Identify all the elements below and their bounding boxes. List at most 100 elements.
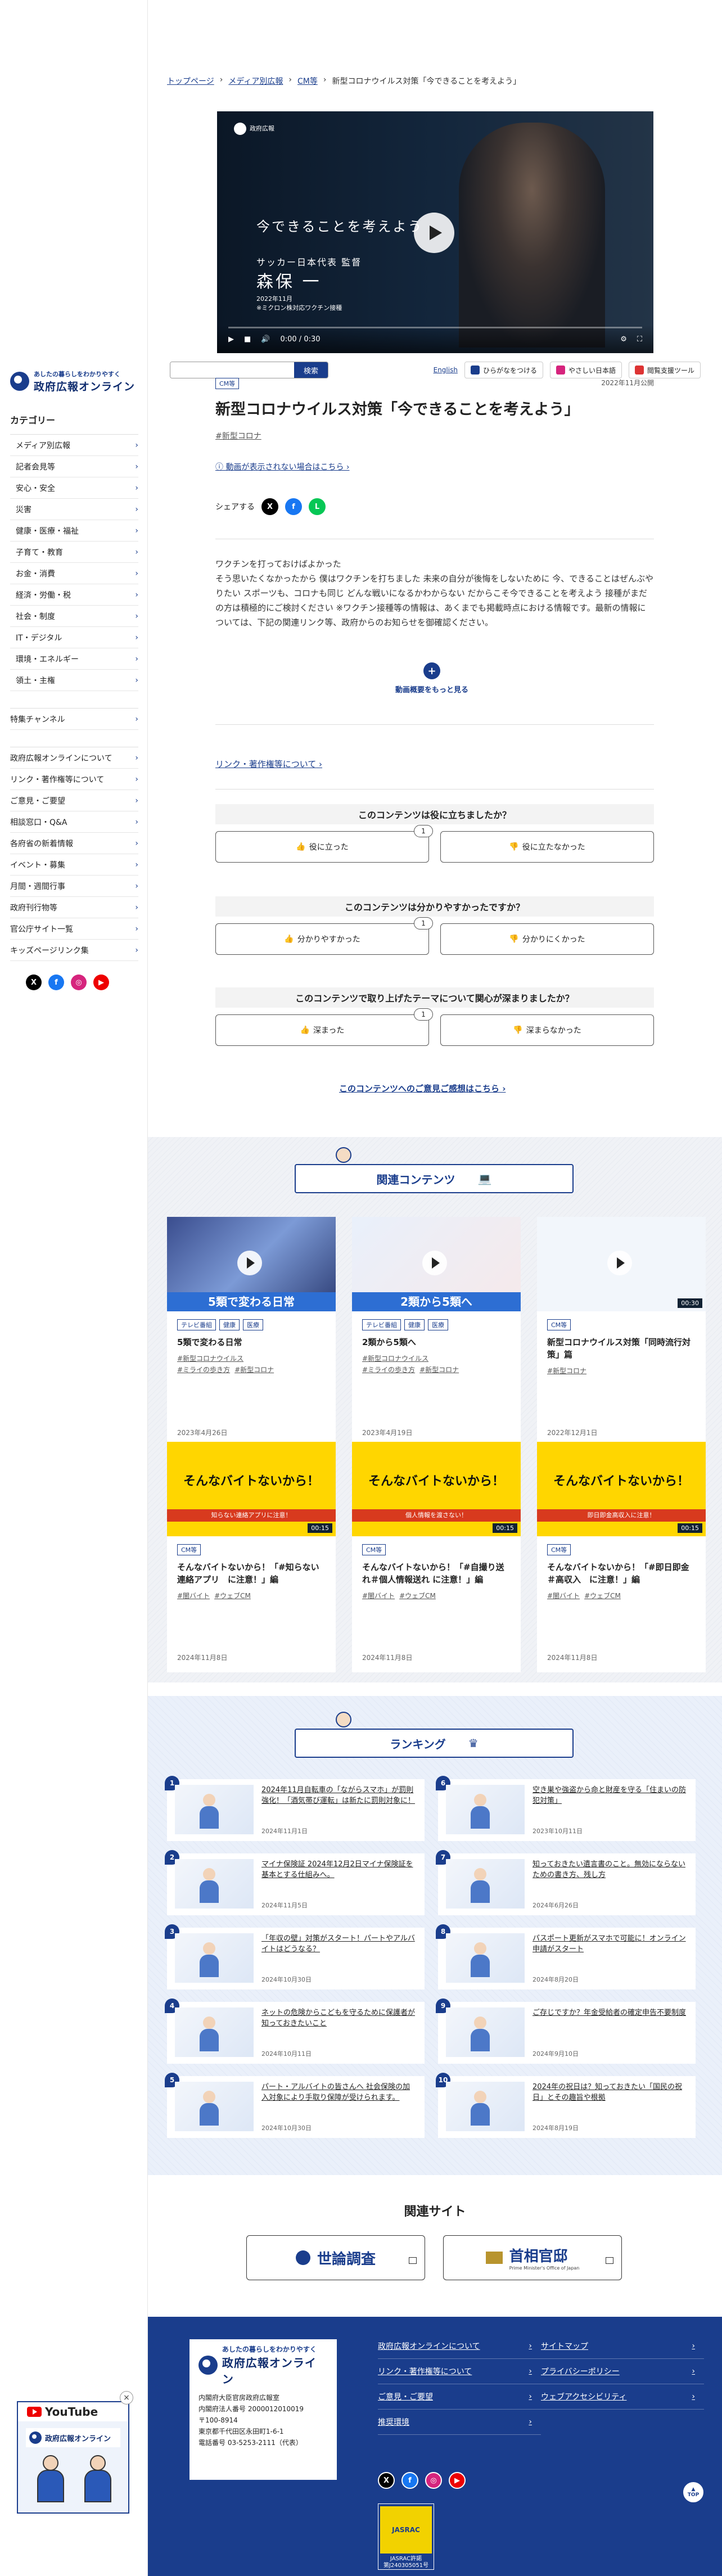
stop-icon[interactable]: ■ — [244, 335, 251, 344]
content-card[interactable]: そんなバイトないから！ 個人情報を渡さない！ 00:15 CM等 そんなバイトないか… — [352, 1442, 521, 1672]
survey-yes-button[interactable]: 👍 深まった 1 — [215, 1008, 433, 1046]
sidebar-item-special-channel[interactable]: 特集チャンネル › — [10, 709, 138, 730]
kantei-link[interactable]: 首相官邸 Prime Minister's Office of Japan — [443, 2235, 622, 2280]
play-icon[interactable]: ▶ — [228, 335, 234, 344]
furigana-button[interactable]: ひらがなをつける — [464, 362, 543, 378]
content-card[interactable]: そんなバイトないから！ 知らない連絡アプリに注意！ 00:15 CM等 そんなバイト… — [167, 1442, 336, 1672]
card-thumbnail: そんなバイトないから！ 知らない連絡アプリに注意！ 00:15 — [167, 1442, 336, 1536]
breadcrumb-cm[interactable]: CM等 — [297, 75, 318, 87]
share-line-icon[interactable]: L — [309, 498, 326, 515]
facebook-icon[interactable]: f — [401, 2472, 418, 2489]
card-title: 新型コロナウイルス対策「同時流行対策」篇 — [547, 1337, 691, 1360]
english-link[interactable]: English — [434, 366, 458, 374]
footer-logo[interactable]: あしたの暮らしをわかりやすく 政府広報オンライン — [198, 2345, 328, 2386]
survey-no-button[interactable]: 👎 深まらなかった — [440, 1014, 654, 1046]
ranking-item[interactable]: 3 「年収の壁」対策がスタート！パートやアルバイトはどうなる？ 2024年10月30… — [165, 1924, 425, 1989]
footer-link-accessibility[interactable]: ウェブアクセシビリティ › — [541, 2384, 704, 2410]
content-card[interactable]: 2類から5類へ テレビ番組 健康 医療 2類から5類へ #新型コロナウイルス #ミライ… — [352, 1217, 521, 1447]
footer-link-feedback[interactable]: ご意見・ご要望 › — [378, 2384, 541, 2410]
sidebar-item-territory[interactable]: 領土・主権 › — [10, 670, 138, 691]
survey-no-button[interactable]: 👎 分かりにくかった — [440, 923, 654, 955]
sidebar-item-economy[interactable]: 経済・労働・税 › — [10, 584, 138, 606]
youtube-icon[interactable]: ▶ — [449, 2472, 466, 2489]
facebook-icon[interactable]: f — [48, 975, 64, 990]
survey-no-button[interactable]: 👎 役に立たなかった — [440, 831, 654, 863]
survey-yes-button[interactable]: 👍 分かりやすかった 1 — [215, 917, 433, 955]
duration-badge: 00:30 — [678, 1298, 702, 1308]
breadcrumb-top[interactable]: トップページ — [167, 75, 214, 87]
youtube-icon[interactable]: ▶ — [93, 975, 109, 990]
sidebar-item-health[interactable]: 健康・医療・福祉 › — [10, 520, 138, 542]
close-icon[interactable]: × — [120, 2391, 133, 2404]
accessibility-tools-button[interactable]: 閲覧支援ツール — [628, 362, 701, 378]
ranking-item[interactable]: 2 マイナ保険証 2024年12月2日マイナ保険証を基本とする仕組みへ。 2024年… — [165, 1850, 425, 1915]
sidebar-item-safety[interactable]: 安心・安全 › — [10, 477, 138, 499]
settings-icon[interactable]: ⚙ — [620, 335, 627, 344]
instagram-icon[interactable]: ◎ — [71, 975, 87, 990]
footer-link-privacy[interactable]: プライバシーポリシー › — [541, 2359, 704, 2384]
sidebar-item-press[interactable]: 記者会見等 › — [10, 456, 138, 477]
sidebar-item-it[interactable]: IT・デジタル › — [10, 627, 138, 648]
sidebar-item-links[interactable]: リンク・著作権等について › — [10, 769, 138, 790]
ranking-item[interactable]: 6 空き巣や強盗から命と財産を守る「住まいの防犯対策」 2023年10月11日 — [436, 1776, 696, 1841]
sidebar-item-media[interactable]: メディア別広報 › — [10, 435, 138, 456]
sidebar-item-weekly[interactable]: 月間・週間行事 › — [10, 876, 138, 897]
site-logo[interactable]: あしたの暮らしをわかりやすく 政府広報オンライン — [10, 367, 138, 396]
easy-japanese-button[interactable]: やさしい日本語 — [549, 362, 622, 378]
sidebar-item-gov-sites[interactable]: 官公庁サイト一覧 › — [10, 918, 138, 940]
breadcrumb-media[interactable]: メディア別広報 — [228, 75, 283, 87]
fullscreen-icon[interactable]: ⛶ — [637, 335, 642, 344]
footer-link-environment[interactable]: 推奨環境 › — [378, 2410, 541, 2435]
more-description-button[interactable]: + 動画概要をもっと見る — [395, 662, 468, 694]
back-to-top-button[interactable]: ▲ TOP — [682, 2481, 705, 2503]
card-date: 2024年11月8日 — [547, 1654, 598, 1662]
survey-yes-button[interactable]: 👍 役に立った 1 — [215, 825, 433, 863]
footer-link-about[interactable]: 政府広報オンラインについて › — [378, 2334, 541, 2359]
ranking-item[interactable]: 1 2024年11月自転車の「ながらスマホ」が罰則強化！「酒気帯び運転」は新たに罰… — [165, 1776, 425, 1841]
instagram-icon[interactable]: ◎ — [425, 2472, 442, 2489]
ranking-item[interactable]: 8 パスポート更新がスマホで可能に！オンライン申請がスタート 2024年8月20日 — [436, 1924, 696, 1989]
ranking-thumbnail — [175, 1933, 254, 1983]
sidebar-item-qa[interactable]: 相談窓口・Q&A › — [10, 811, 138, 833]
volume-icon[interactable]: 🔊 — [261, 335, 270, 344]
ranking-item[interactable]: 4 ネットの危険からこどもを守るために保護者が知っておきたいこと 2024年10月1… — [165, 1998, 425, 2064]
opinion-survey-link[interactable]: 世論調査 — [246, 2235, 425, 2280]
video-description: ワクチンを打っておけばよかった そう思いたくなかったから 僕はワクチンを打ちまし… — [215, 559, 654, 628]
ranking-item[interactable]: 7 知っておきたい遺言書のこと。無効にならないための書き方、残し方 2024年6月2… — [436, 1850, 696, 1915]
share-facebook-icon[interactable]: f — [285, 498, 302, 515]
search-button[interactable]: 検索 — [294, 362, 328, 378]
video-player[interactable]: 政府広報 今できることを考えよう サッカー日本代表 監督 森保 一 2022年1… — [217, 111, 653, 353]
play-button[interactable] — [414, 213, 454, 253]
sidebar-item-about[interactable]: 政府広報オンラインについて › — [10, 747, 138, 769]
sidebar-item-events[interactable]: イベント・募集 › — [10, 854, 138, 876]
share-x-icon[interactable]: X — [261, 498, 278, 515]
sidebar-item-society[interactable]: 社会・制度 › — [10, 606, 138, 627]
sidebar-item-disaster[interactable]: 災害 › — [10, 499, 138, 520]
sidebar-item-feedback[interactable]: ご意見・ご要望 › — [10, 790, 138, 811]
ranking-item[interactable]: 5 パート・アルバイトの皆さんへ 社会保険の加入対象により手取り保障が受けられます… — [165, 2073, 425, 2138]
content-card[interactable]: 5類で変わる日常 テレビ番組 健康 医療 5類で変わる日常 #新型コロナウイルス #ミ… — [167, 1217, 336, 1447]
feedback-link[interactable]: このコンテンツへのご意見ご感想はこちら › — [339, 1082, 506, 1094]
x-icon[interactable]: X — [26, 975, 42, 990]
content-card[interactable]: そんなバイトないから！ 即日即金高収入に注意！ 00:15 CM等 そんなバイトない… — [537, 1442, 706, 1672]
ranking-item[interactable]: 10 2024年の祝日は？知っておきたい「国民の祝日」とその趣旨や根拠 2024年8… — [436, 2073, 696, 2138]
ranking-title: 2024年11月自転車の「ながらスマホ」が罰則強化！「酒気帯び運転」は新たに罰則… — [261, 1786, 416, 1805]
sidebar-item-kids[interactable]: キッズページリンク集 › — [10, 940, 138, 961]
sidebar-item-money[interactable]: お金・消費 › — [10, 563, 138, 584]
heart-icon — [556, 366, 565, 375]
x-icon[interactable]: X — [378, 2472, 395, 2489]
search-input[interactable] — [170, 362, 294, 378]
sidebar-item-news[interactable]: 各府省の新着情報 › — [10, 833, 138, 854]
ranking-item[interactable]: 9 ご存じですか？年金受給者の確定申告不要制度 2024年9月10日 — [436, 1998, 696, 2064]
footer-link-sitemap[interactable]: サイトマップ › — [541, 2334, 704, 2359]
video-help-link[interactable]: ⓘ 動画が表示されない場合はこちら › — [215, 461, 350, 472]
ranking-thumbnail — [446, 2082, 525, 2131]
sidebar-item-publications[interactable]: 政府刊行物等 › — [10, 897, 138, 918]
related-links-link[interactable]: リンク・著作権等について › — [215, 758, 322, 770]
content-card[interactable]: 00:30 CM等 新型コロナウイルス対策「同時流行対策」篇 #新型コロナ 20… — [537, 1217, 706, 1447]
sidebar-item-childcare[interactable]: 子育て・教育 › — [10, 542, 138, 563]
hashtag-link[interactable]: #新型コロナ — [215, 430, 261, 441]
footer-link-copyright[interactable]: リンク・著作権等について › — [378, 2359, 541, 2384]
youtube-widget[interactable]: YouTube 政府広報オンライン — [17, 2401, 129, 2514]
sidebar-item-environment[interactable]: 環境・エネルギー › — [10, 648, 138, 670]
